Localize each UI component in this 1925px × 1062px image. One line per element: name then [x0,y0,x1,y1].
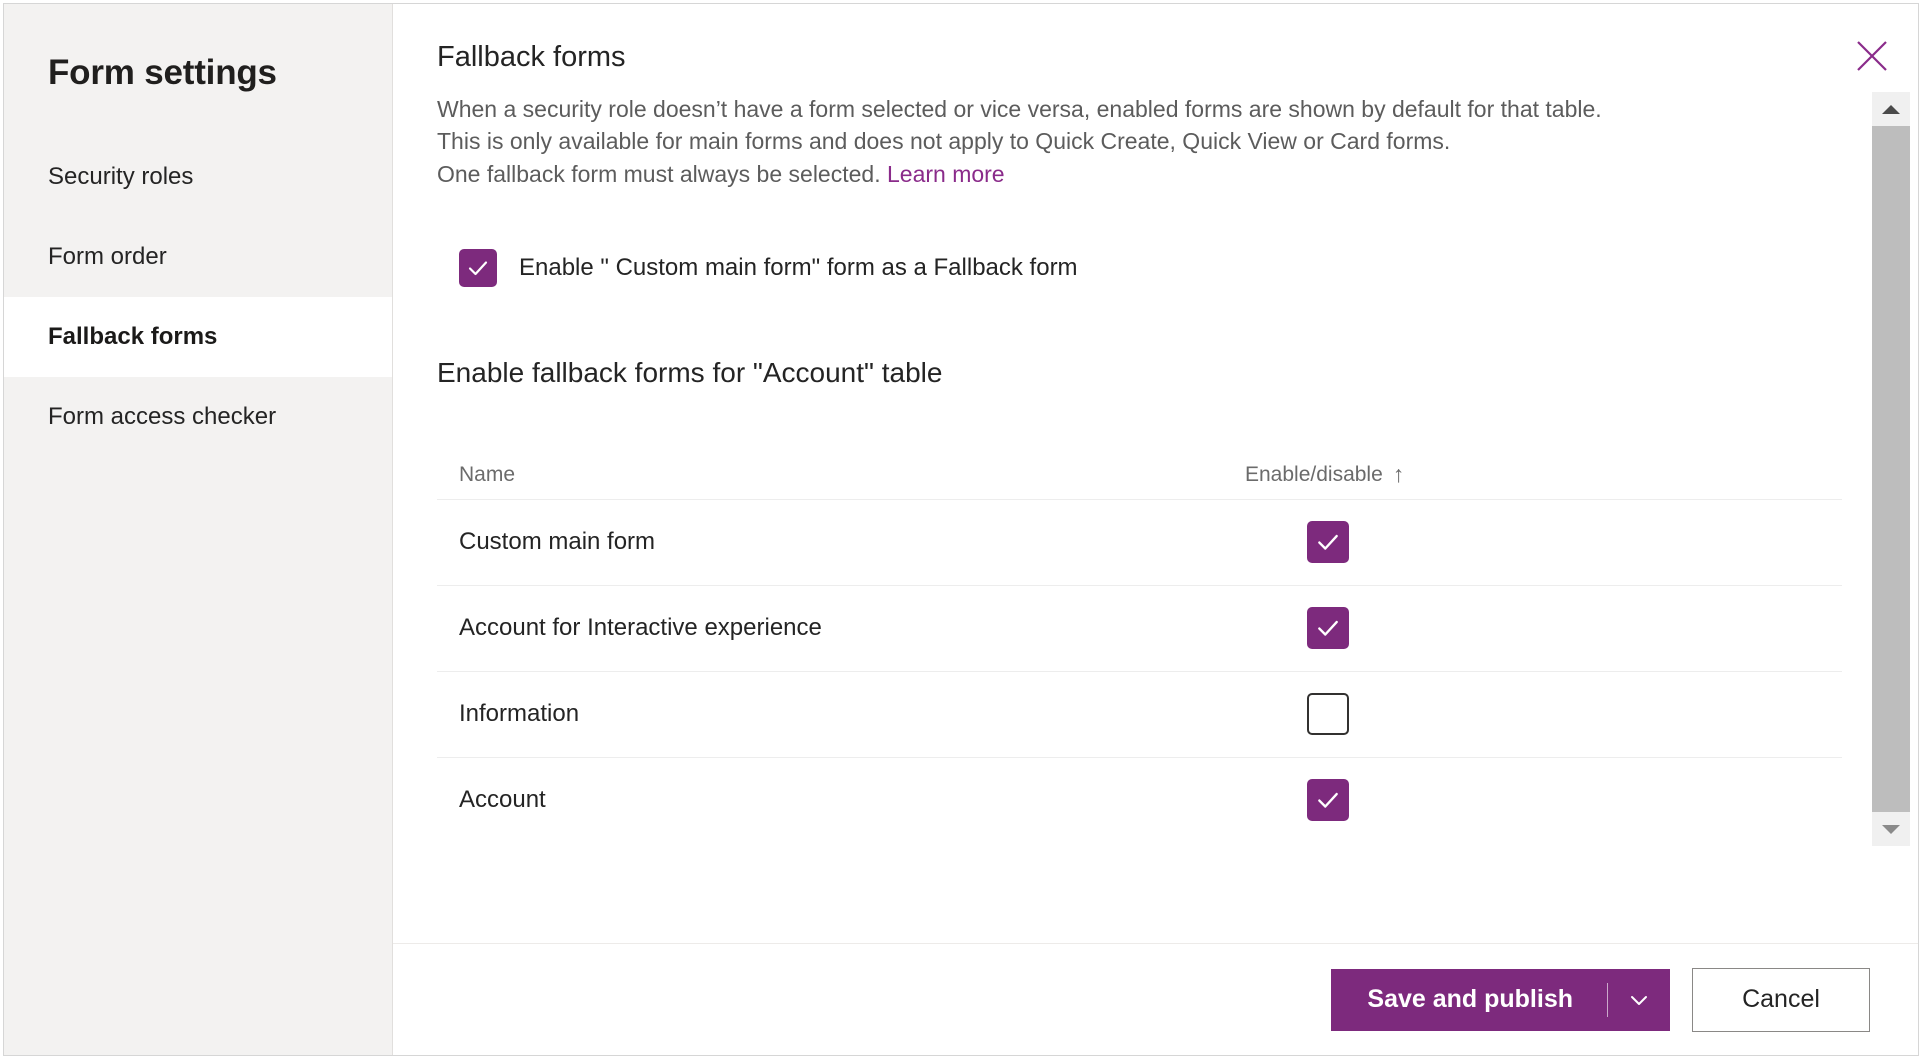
save-and-publish-label: Save and publish [1331,985,1607,1014]
column-header-enable-disable[interactable]: Enable/disable ↑ [1245,463,1404,487]
panel-content: Fallback forms When a security role does… [393,4,1918,843]
caret-down-icon [1882,825,1900,834]
scrollbar-track[interactable] [1872,126,1910,812]
sidebar-item-label: Security roles [48,163,193,191]
table-cell-enable[interactable] [1307,779,1349,821]
sidebar-item-label: Form access checker [48,403,276,431]
sort-ascending-icon: ↑ [1393,463,1405,486]
main-panel: Fallback forms When a security role does… [393,4,1918,1055]
sidebar: Form settings Security roles Form order … [4,4,393,1055]
sidebar-item-form-access-checker[interactable]: Form access checker [4,377,392,457]
table-cell-enable[interactable] [1307,521,1349,563]
close-icon[interactable] [1848,32,1896,80]
table-cell-name: Custom main form [459,528,1199,556]
panel-description-line-2: This is only available for main forms an… [437,125,1858,158]
cancel-button[interactable]: Cancel [1692,968,1870,1032]
scrollbar-thumb[interactable] [1872,126,1910,812]
fallback-forms-table: Name Enable/disable ↑ Custom main form [437,451,1842,843]
row-enable-checkbox[interactable] [1307,779,1349,821]
sidebar-item-label: Fallback forms [48,323,217,351]
table-row[interactable]: Information [437,671,1842,757]
panel-title: Fallback forms [437,40,1858,75]
sidebar-nav: Security roles Form order Fallback forms… [4,137,392,457]
chevron-down-icon[interactable] [1608,988,1670,1012]
sidebar-item-form-order[interactable]: Form order [4,217,392,297]
table-cell-enable[interactable] [1307,607,1349,649]
scroll-down-button[interactable] [1872,812,1910,846]
table-row[interactable]: Account [437,757,1842,843]
table-row[interactable]: Custom main form [437,499,1842,585]
row-enable-checkbox[interactable] [1307,521,1349,563]
learn-more-link[interactable]: Learn more [887,161,1005,187]
vertical-scrollbar[interactable] [1872,92,1910,846]
page-title: Form settings [4,4,392,93]
cancel-label: Cancel [1742,985,1820,1014]
main-body: Fallback forms When a security role does… [393,4,1918,943]
column-header-enable-disable-label: Enable/disable [1245,463,1383,487]
table-cell-enable[interactable] [1307,693,1349,735]
form-settings-dialog: Form settings Security roles Form order … [3,3,1919,1056]
table-cell-name: Account for Interactive experience [459,614,1199,642]
panel-description-line-3-text: One fallback form must always be selecte… [437,161,881,187]
panel-description: When a security role doesn’t have a form… [437,93,1858,191]
row-enable-checkbox[interactable] [1307,607,1349,649]
sidebar-item-label: Form order [48,243,167,271]
screenshot-root: Form settings Security roles Form order … [0,0,1925,1062]
save-and-publish-button[interactable]: Save and publish [1331,969,1670,1031]
table-cell-name: Information [459,700,1199,728]
dialog-footer: Save and publish Cancel [393,943,1918,1055]
caret-up-icon [1882,105,1900,114]
panel-description-line-3: One fallback form must always be selecte… [437,158,1858,191]
panel-description-line-1: When a security role doesn’t have a form… [437,93,1858,126]
row-enable-checkbox[interactable] [1307,693,1349,735]
sidebar-item-fallback-forms[interactable]: Fallback forms [4,297,392,377]
enable-fallback-form-checkbox-row[interactable]: Enable " Custom main form" form as a Fal… [459,249,1078,287]
column-header-name[interactable]: Name [459,463,1199,487]
table-header-row: Name Enable/disable ↑ [437,451,1842,499]
section-heading: Enable fallback forms for "Account" tabl… [437,357,1858,389]
sidebar-item-security-roles[interactable]: Security roles [4,137,392,217]
table-cell-name: Account [459,786,1199,814]
scroll-up-button[interactable] [1872,92,1910,126]
enable-fallback-form-checkbox[interactable] [459,249,497,287]
enable-fallback-form-label: Enable " Custom main form" form as a Fal… [519,254,1078,282]
table-row[interactable]: Account for Interactive experience [437,585,1842,671]
